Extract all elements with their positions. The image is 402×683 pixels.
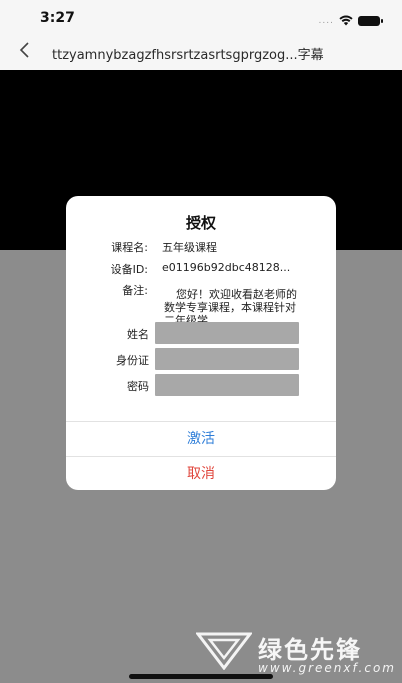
watermark-logo-icon bbox=[194, 630, 254, 671]
device-row: 设备ID: e01196b92dbc48128... bbox=[66, 261, 336, 279]
name-input[interactable] bbox=[155, 322, 299, 344]
cancel-button[interactable]: 取消 bbox=[66, 457, 336, 490]
battery-icon bbox=[358, 15, 383, 26]
course-value: 五年级课程 bbox=[162, 241, 217, 254]
nav-bar: ttzyamnybzagzfhsrsrtzasrtsgprgzog...字幕 bbox=[0, 36, 402, 71]
status-bar: 3:27 .... bbox=[0, 0, 402, 36]
activate-button[interactable]: 激活 bbox=[66, 422, 336, 456]
status-time: 3:27 bbox=[40, 10, 75, 26]
note-label: 备注: bbox=[122, 284, 148, 297]
page-title: ttzyamnybzagzfhsrsrtzasrtsgprgzog...字幕 bbox=[52, 48, 324, 63]
status-indicators: .... bbox=[318, 11, 383, 30]
wifi-icon bbox=[339, 11, 353, 30]
id-card-label: 身份证 bbox=[116, 354, 149, 367]
authorization-dialog: 授权 课程名: 五年级课程 设备ID: e01196b92dbc48128...… bbox=[66, 196, 336, 490]
name-label: 姓名 bbox=[127, 328, 149, 341]
note-text[interactable]: 您好！欢迎收看赵老师的数学专享课程，本课程针对二年级学 bbox=[164, 288, 304, 322]
course-row: 课程名: 五年级课程 bbox=[66, 239, 336, 257]
password-row: 密码 bbox=[66, 374, 336, 396]
watermark-brand: 绿色先锋 bbox=[258, 636, 362, 664]
signal-icon: .... bbox=[318, 15, 334, 26]
device-id-value: e01196b92dbc48128... bbox=[162, 261, 291, 274]
chevron-left-icon bbox=[18, 41, 30, 63]
back-button[interactable] bbox=[12, 40, 36, 64]
id-card-row: 身份证 bbox=[66, 348, 336, 370]
watermark-url: www.greenxf.com bbox=[258, 661, 396, 675]
name-row: 姓名 bbox=[66, 322, 336, 344]
password-input[interactable] bbox=[155, 374, 299, 396]
home-indicator[interactable] bbox=[129, 674, 273, 679]
app-screen: 3:27 .... ttzyamnybzagzfhsrsrtzasrtsgprg… bbox=[0, 0, 402, 683]
id-card-input[interactable] bbox=[155, 348, 299, 370]
dialog-title: 授权 bbox=[185, 214, 216, 232]
device-label: 设备ID: bbox=[110, 263, 148, 276]
password-label: 密码 bbox=[127, 380, 149, 393]
course-label: 课程名: bbox=[111, 241, 148, 254]
